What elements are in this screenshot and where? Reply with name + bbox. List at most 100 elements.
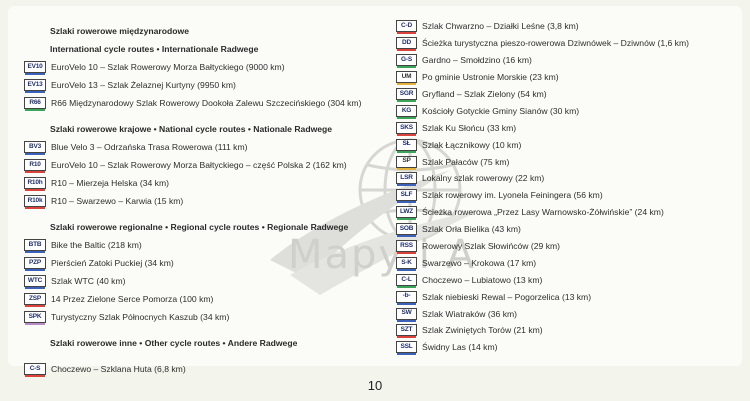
route-badge-icon: C-L <box>396 273 417 288</box>
legend-item: SLF Szlak rowerowy im. Lyonela Feiningera… <box>396 187 736 204</box>
legend-item: SGR Gryfland – Szlak Zielony (54 km) <box>396 86 736 103</box>
route-badge-icon: G-S <box>396 54 417 69</box>
route-label: Gryfland – Szlak Zielony (54 km) <box>422 89 547 99</box>
legend-item: C-S Choczewo – Szklana Huta (6,8 km) <box>24 360 384 378</box>
legend-item: ZSP 14 Przez Zielone Serce Pomorza (100 k… <box>24 290 384 308</box>
route-badge-icon: LWZ <box>396 206 417 221</box>
legend-item: BTB Bike the Baltic (218 km) <box>24 236 384 254</box>
route-badge-icon: PZP <box>24 257 46 271</box>
section-heading-regional: Szlaki rowerowe regionalne • Regional cy… <box>50 222 349 232</box>
route-badge-icon: EV10 <box>24 61 46 75</box>
route-badge-icon: SPK <box>24 311 46 325</box>
legend-item: LWZ Ścieżka rowerowa „Przez Lasy Warnowsk… <box>396 204 736 221</box>
route-badge-icon: KG <box>396 104 417 119</box>
route-badge-icon: SGR <box>396 88 417 102</box>
legend-item: WTC Szlak WTC (40 km) <box>24 272 384 290</box>
route-label: R66 Międzynarodowy Szlak Rowerowy Dookoł… <box>51 98 362 108</box>
legend-item: S-K Swarzewo – Krokowa (17 km) <box>396 254 736 271</box>
legend-item: SOB Szlak Orła Bielika (43 km) <box>396 221 736 238</box>
route-label: Ścieżka turystyczna pieszo-rowerowa Dziw… <box>422 38 689 49</box>
section-heading-other: Szlaki rowerowe inne • Other cycle route… <box>50 338 298 348</box>
legend-item: SZT Szlak Zwiniętych Torów (21 km) <box>396 322 736 339</box>
route-label: Gardno – Smołdzino (16 km) <box>422 55 532 66</box>
route-badge-icon: R10 <box>24 159 46 173</box>
legend-item: R10k R10 – Swarzewo – Karwia (15 km) <box>24 192 384 210</box>
route-badge-icon: C-D <box>396 20 417 35</box>
legend-item: C-L Choczewo – Lubiatowo (13 km) <box>396 271 736 288</box>
route-badge-icon: SLF <box>396 189 417 204</box>
legend-item: R66 R66 Międzynarodowy Szlak Rowerowy Doo… <box>24 94 384 112</box>
route-label: 14 Przez Zielone Serce Pomorza (100 km) <box>51 294 214 304</box>
route-label: Szlak Pałaców (75 km) <box>422 156 510 167</box>
legend-item: EV10 EuroVelo 10 – Szlak Rowerowy Morza B… <box>24 58 384 76</box>
route-label: Po gminie Ustronie Morskie (23 km) <box>422 72 559 83</box>
route-label: EuroVelo 10 – Szlak Rowerowy Morza Bałty… <box>51 160 347 170</box>
legend-item: -b- Szlak niebieski Rewal – Pogorzelica (… <box>396 288 736 305</box>
route-label: EuroVelo 13 – Szlak Żelaznej Kurtyny (99… <box>51 80 236 90</box>
legend-item: R10 EuroVelo 10 – Szlak Rowerowy Morza Ba… <box>24 156 384 174</box>
route-label: EuroVelo 10 – Szlak Rowerowy Morza Bałty… <box>51 62 285 72</box>
route-badge-icon: EV13 <box>24 79 46 93</box>
legend-item: DD Ścieżka turystyczna pieszo-rowerowa Dz… <box>396 35 736 52</box>
route-label: Pierścień Zatoki Puckiej (34 km) <box>51 258 174 268</box>
legend-item: KG Kościoły Gotyckie Gminy Sianów (30 km) <box>396 102 736 119</box>
route-label: Szlak Orła Bielika (43 km) <box>422 224 521 235</box>
route-label: Lokalny szlak rowerowy (22 km) <box>422 173 545 184</box>
route-label: Świdny Las (14 km) <box>422 342 498 353</box>
route-badge-icon: SP <box>396 155 417 170</box>
left-column: Szlaki rowerowe międzynarodowe Internatio… <box>24 22 384 378</box>
legend-item: SP Szlak Pałaców (75 km) <box>396 153 736 170</box>
legend-item: R10h R10 – Mierzeja Helska (34 km) <box>24 174 384 192</box>
right-column: C-D Szlak Chwarzno – Działki Leśne (3,8 k… <box>396 18 736 356</box>
route-badge-icon: LSR <box>396 172 417 187</box>
page-number: 10 <box>367 378 383 393</box>
route-badge-icon: C-S <box>24 363 46 377</box>
route-badge-icon: SKS <box>396 121 417 136</box>
route-badge-icon: R10h <box>24 177 46 191</box>
route-badge-icon: SŁ <box>396 138 417 153</box>
route-badge-icon: R66 <box>24 97 46 111</box>
route-label: Szlak Zwiniętych Torów (21 km) <box>422 325 543 336</box>
legend-item: SSL Świdny Las (14 km) <box>396 339 736 356</box>
legend-item: PZP Pierścień Zatoki Puckiej (34 km) <box>24 254 384 272</box>
legend-item: G-S Gardno – Smołdzino (16 km) <box>396 52 736 69</box>
route-label: Kościoły Gotyckie Gminy Sianów (30 km) <box>422 105 580 116</box>
legend-item: EV13 EuroVelo 13 – Szlak Żelaznej Kurtyny… <box>24 76 384 94</box>
section-heading-international: Szlaki rowerowe międzynarodowe <box>50 26 189 36</box>
route-label: Choczewo – Szklana Huta (6,8 km) <box>51 364 186 374</box>
route-badge-icon: WTC <box>24 275 46 289</box>
legend-item: RSS Rowerowy Szlak Słowińców (29 km) <box>396 238 736 255</box>
legend-item: C-D Szlak Chwarzno – Działki Leśne (3,8 k… <box>396 18 736 35</box>
route-label: Blue Velo 3 – Odrzańska Trasa Rowerowa (… <box>51 142 248 152</box>
route-badge-icon: SZT <box>396 324 417 339</box>
route-badge-icon: DD <box>396 37 417 52</box>
legend-item: LSR Lokalny szlak rowerowy (22 km) <box>396 170 736 187</box>
route-badge-icon: SSL <box>396 341 417 356</box>
route-badge-icon: SOB <box>396 223 417 238</box>
legend-item: SPK Turystyczny Szlak Północnych Kaszub (… <box>24 308 384 326</box>
route-badge-icon: BV3 <box>24 141 46 155</box>
section-heading-national: Szlaki rowerowe krajowe • National cycle… <box>50 124 333 134</box>
legend-item: BV3 Blue Velo 3 – Odrzańska Trasa Rowerow… <box>24 138 384 156</box>
route-label: Swarzewo – Krokowa (17 km) <box>422 257 537 268</box>
route-label: Ścieżka rowerowa „Przez Lasy Warnowsko-Ż… <box>422 207 664 218</box>
route-badge-icon: RSS <box>396 240 417 255</box>
route-label: Bike the Baltic (218 km) <box>51 240 142 250</box>
route-badge-icon: UM <box>396 71 417 86</box>
route-label: R10 – Mierzeja Helska (34 km) <box>51 178 169 188</box>
route-badge-icon: -b- <box>396 290 417 305</box>
route-badge-icon: ZSP <box>24 293 46 307</box>
route-label: Szlak niebieski Rewal – Pogorzelica (13 … <box>422 291 592 302</box>
route-label: Szlak rowerowy im. Lyonela Feiningera (5… <box>422 190 603 201</box>
route-label: R10 – Swarzewo – Karwia (15 km) <box>51 196 184 206</box>
route-label: Szlak Wiatraków (36 km) <box>422 308 518 319</box>
route-badge-icon: BTB <box>24 239 46 253</box>
legend-item: SW Szlak Wiatraków (36 km) <box>396 305 736 322</box>
route-label: Rowerowy Szlak Słowińców (29 km) <box>422 241 561 252</box>
route-badge-icon: R10k <box>24 195 46 209</box>
legend-item: SKS Szlak Ku Słońcu (33 km) <box>396 119 736 136</box>
route-label: Szlak WTC (40 km) <box>51 276 126 286</box>
route-label: Szlak Łącznikowy (10 km) <box>422 139 522 150</box>
route-badge-icon: S-K <box>396 256 417 271</box>
legend-item: SŁ Szlak Łącznikowy (10 km) <box>396 136 736 153</box>
